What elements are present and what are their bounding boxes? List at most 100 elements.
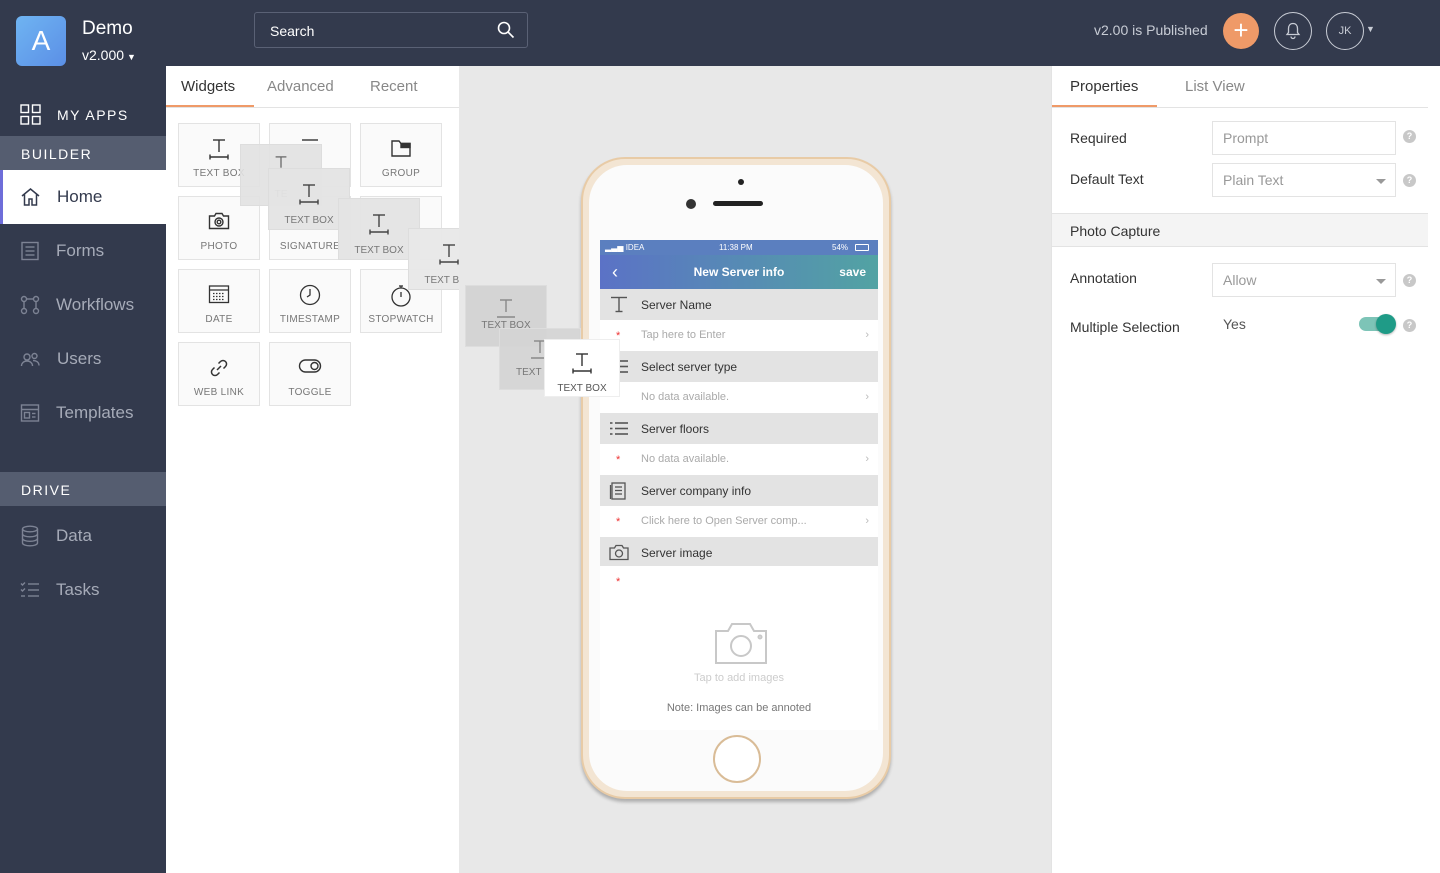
drag-ghost-label: TEXT BOX — [557, 383, 607, 394]
notifications-button[interactable] — [1274, 12, 1312, 50]
sidebar-item-label: Data — [56, 526, 92, 545]
default-text-label: Default Text — [1070, 171, 1144, 187]
my-apps-label: MY APPS — [57, 106, 129, 123]
widget-label: DATE — [205, 314, 233, 325]
field-value[interactable]: * No data available. › — [600, 444, 878, 475]
camera-icon — [609, 544, 629, 561]
field-header[interactable]: Server company info — [600, 475, 878, 506]
form-nav-bar: ‹ New Server info save — [600, 255, 878, 289]
sidebar-item-forms[interactable]: Forms — [0, 224, 166, 278]
widget-label: TOGGLE — [288, 387, 332, 398]
my-apps-link[interactable]: MY APPS — [20, 104, 129, 125]
help-icon[interactable]: ? — [1403, 174, 1416, 187]
help-icon[interactable]: ? — [1403, 130, 1416, 143]
phone-body: ▂▃▅ IDEA 11:38 PM 54% ‹ New Server info … — [589, 165, 883, 791]
text-box-icon — [369, 214, 389, 235]
carrier-name: IDEA — [625, 243, 645, 252]
help-icon[interactable]: ? — [1403, 274, 1416, 287]
sidebar-item-label: Home — [57, 187, 103, 206]
templates-icon — [20, 404, 40, 422]
widget-timestamp[interactable]: TIMESTAMP — [269, 269, 351, 333]
avatar[interactable]: JK — [1326, 12, 1364, 50]
sidebar-item-home[interactable]: Home — [0, 170, 166, 224]
field-value[interactable]: * Click here to Open Server comp... › — [600, 506, 878, 537]
active-tab-indicator — [1052, 105, 1157, 107]
web-link-icon — [210, 359, 228, 377]
speaker-grill — [713, 201, 763, 206]
widget-group[interactable]: GROUP — [360, 123, 442, 187]
sidebar-item-tasks[interactable]: Tasks — [0, 563, 166, 617]
field-header[interactable]: Select server type — [600, 351, 878, 382]
document-icon — [609, 482, 626, 500]
form-canvas[interactable]: TEXT BOX ▂▃▅ IDEA 11:38 PM 54% ‹ New Ser… — [459, 66, 1051, 873]
field-value[interactable]: No data available. › — [600, 382, 878, 413]
text-box-icon — [299, 184, 319, 205]
tab-widgets[interactable]: Widgets — [181, 78, 235, 95]
tab-properties[interactable]: Properties — [1070, 78, 1138, 95]
multiple-selection-value: Yes — [1223, 316, 1246, 332]
widget-date[interactable]: DATE — [178, 269, 260, 333]
sidebar-item-label: Workflows — [56, 295, 135, 314]
widgets-panel: Widgets Advanced Recent TEXT BOX GROUP P… — [166, 66, 490, 873]
chevron-right-icon: › — [865, 453, 869, 465]
text-field-icon — [611, 296, 627, 313]
multiple-selection-toggle[interactable] — [1359, 314, 1396, 334]
annotation-select[interactable]: Allow — [1212, 263, 1396, 297]
app-logo[interactable]: A — [16, 16, 66, 66]
field-value[interactable]: * Tap here to Enter › — [600, 320, 878, 351]
phone-status-bar: ▂▃▅ IDEA 11:38 PM 54% — [600, 240, 878, 255]
text-box-icon — [439, 244, 459, 265]
sidebar-item-workflows[interactable]: Workflows — [0, 278, 166, 332]
widget-label: STOPWATCH — [368, 314, 434, 325]
image-note: Note: Images can be annoted — [666, 702, 812, 714]
sidebar: MY APPS BUILDER Home Forms Workflows Use… — [0, 66, 166, 873]
sidebar-item-label: Users — [57, 349, 102, 368]
top-bar: A Demo v2.000 ▼ Search v2.00 is Published… — [0, 0, 1440, 66]
caret-down-icon[interactable]: ▼ — [1366, 24, 1375, 34]
workflows-icon — [20, 295, 40, 315]
properties-tabs: Properties List View — [1052, 66, 1428, 108]
sidebar-item-users[interactable]: Users — [0, 332, 166, 386]
tab-list-view[interactable]: List View — [1185, 78, 1245, 95]
sidebar-item-templates[interactable]: Templates — [0, 386, 166, 440]
default-text-select[interactable]: Plain Text — [1212, 163, 1396, 197]
help-icon[interactable]: ? — [1403, 319, 1416, 332]
dragging-widget[interactable]: TEXT BOX — [544, 339, 620, 397]
version-selector[interactable]: v2.000 ▼ — [82, 47, 136, 63]
required-prompt-input[interactable]: Prompt — [1212, 121, 1396, 155]
dropdown-arrow-icon — [1376, 279, 1386, 284]
widget-toggle[interactable]: TOGGLE — [269, 342, 351, 406]
search-icon[interactable] — [497, 21, 515, 39]
sidebar-item-label: Forms — [56, 241, 105, 260]
app-name: Demo — [82, 18, 133, 39]
chevron-right-icon: › — [865, 515, 869, 527]
field-header[interactable]: Server image — [600, 537, 878, 568]
tab-recent[interactable]: Recent — [370, 78, 418, 95]
photo-icon — [208, 212, 230, 230]
bell-icon — [1285, 22, 1301, 40]
search-input[interactable]: Search — [254, 12, 528, 48]
forms-icon — [21, 241, 39, 261]
date-icon — [208, 285, 230, 304]
publish-status: v2.00 is Published — [1094, 22, 1208, 38]
text-box-icon — [497, 299, 515, 318]
drive-header: DRIVE — [0, 472, 166, 506]
field-header[interactable]: Server Name — [600, 289, 878, 320]
image-capture-area[interactable]: * Tap to add images Note: Images can be … — [600, 566, 878, 730]
tab-advanced[interactable]: Advanced — [267, 78, 334, 95]
home-icon — [21, 188, 40, 206]
field-label: Select server type — [641, 360, 738, 374]
data-icon — [21, 525, 39, 547]
list-icon — [610, 422, 628, 435]
widget-label: TIMESTAMP — [279, 314, 341, 325]
save-button[interactable]: save — [839, 265, 866, 279]
add-button[interactable]: + — [1223, 13, 1259, 49]
photo-capture-section: Photo Capture — [1052, 213, 1428, 247]
camera-icon — [715, 623, 767, 664]
sensor-dot — [738, 179, 744, 185]
field-header[interactable]: Server floors — [600, 413, 878, 444]
drag-ghost-label: TEXT BOX — [354, 245, 404, 256]
widget-web-link[interactable]: WEB LINK — [178, 342, 260, 406]
widget-label: WEB LINK — [193, 387, 245, 398]
sidebar-item-data[interactable]: Data — [0, 509, 166, 563]
